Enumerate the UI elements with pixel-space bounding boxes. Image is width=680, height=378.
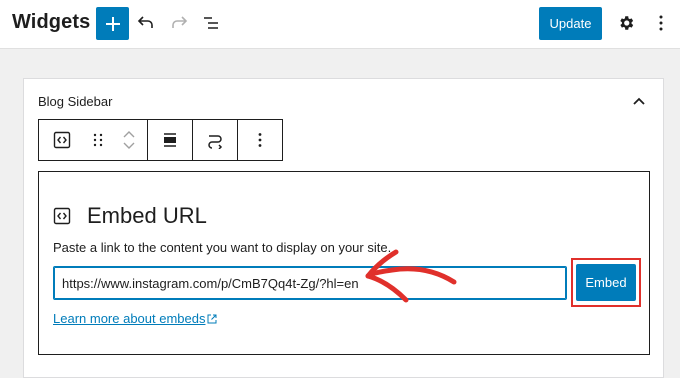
drag-handle[interactable]	[85, 120, 111, 160]
gear-icon	[620, 16, 634, 30]
block-toolbar-group-1	[39, 120, 148, 160]
embed-url-input[interactable]	[53, 266, 567, 300]
embed-title: Embed URL	[87, 203, 207, 228]
learn-more-link[interactable]: Learn more about embeds	[53, 311, 217, 326]
list-view-button[interactable]	[199, 10, 225, 36]
collapse-button[interactable]	[629, 91, 649, 111]
undo-button[interactable]	[133, 10, 159, 36]
block-options-button[interactable]	[238, 120, 282, 160]
block-type-button[interactable]	[39, 120, 85, 160]
redo-button[interactable]	[166, 10, 192, 36]
more-vertical-icon	[659, 15, 663, 31]
redo-icon	[172, 16, 188, 28]
undo-icon	[137, 16, 153, 28]
page-title: Widgets	[12, 11, 91, 33]
embed-button[interactable]: Embed	[576, 264, 636, 301]
embed-header: Embed URL	[53, 203, 207, 229]
chevron-up-icon	[633, 97, 645, 105]
align-icon	[164, 133, 176, 147]
embed-block-icon	[53, 131, 71, 149]
align-button[interactable]	[148, 120, 192, 160]
widget-area-title: Blog Sidebar	[38, 94, 113, 109]
editor-header: Widgets Update	[0, 0, 680, 49]
block-toolbar-group-3	[193, 120, 238, 160]
annotation-arrow	[365, 249, 457, 303]
list-view-icon	[204, 17, 218, 29]
more-vertical-icon	[258, 133, 262, 147]
settings-button[interactable]	[613, 10, 639, 36]
widget-area-panel: Blog Sidebar Embed URL Paste a link to t…	[23, 78, 664, 378]
block-toolbar-group-2	[148, 120, 193, 160]
chevron-up-icon[interactable]	[122, 130, 136, 138]
add-block-button[interactable]	[96, 7, 129, 40]
block-toolbar	[38, 119, 283, 161]
chevron-down-icon[interactable]	[122, 142, 136, 150]
options-button[interactable]	[648, 10, 674, 36]
block-mover	[111, 120, 147, 160]
external-link-icon	[207, 314, 217, 323]
plus-icon	[105, 16, 120, 31]
block-toolbar-group-4	[238, 120, 282, 160]
embed-block-icon	[53, 207, 71, 225]
transform-icon	[208, 135, 223, 149]
update-button[interactable]: Update	[539, 7, 602, 40]
transform-button[interactable]	[193, 120, 237, 160]
drag-handle-icon	[93, 133, 103, 147]
learn-more-label: Learn more about embeds	[53, 311, 206, 326]
